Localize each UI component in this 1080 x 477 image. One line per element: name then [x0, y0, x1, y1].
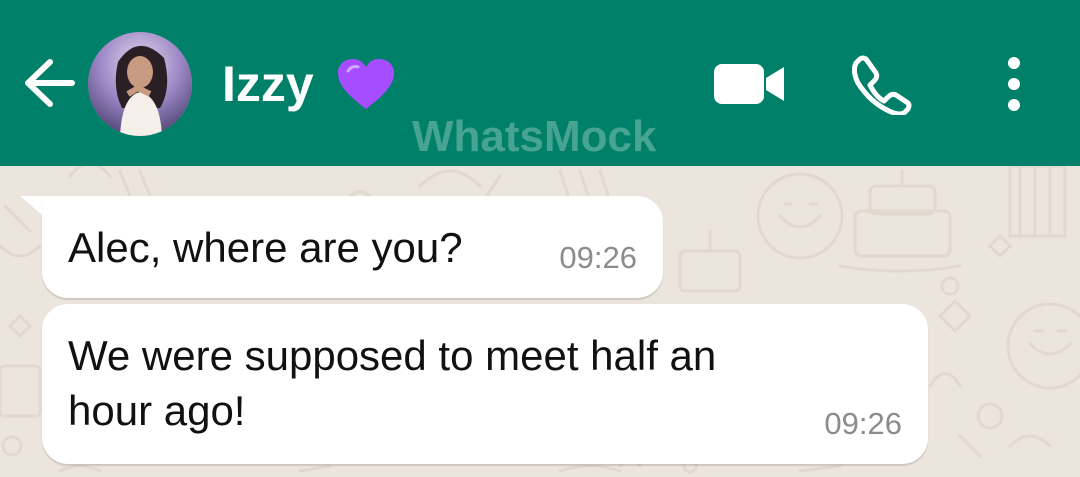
chat-screen: Izzy WhatsMock Alec, where are you? 09:2… — [0, 0, 1080, 477]
message-time: 09:26 — [559, 240, 637, 275]
message-bubble[interactable]: We were supposed to meet half an hour ag… — [42, 304, 928, 464]
message-text: Alec, where are you? — [68, 224, 463, 271]
message-time: 09:26 — [824, 406, 902, 441]
watermark: WhatsMock — [412, 112, 657, 161]
arrow-left-icon[interactable] — [22, 58, 78, 108]
message-text: We were supposed to meet half an hour ag… — [68, 328, 716, 438]
contact-name[interactable]: Izzy — [222, 54, 394, 114]
avatar[interactable] — [88, 32, 192, 136]
contact-photo — [88, 32, 192, 136]
video-camera-icon[interactable] — [714, 62, 786, 106]
chat-header: Izzy WhatsMock — [0, 0, 1080, 166]
purple-heart-icon — [337, 59, 394, 109]
phone-icon[interactable] — [852, 55, 912, 115]
more-vert-icon[interactable] — [1000, 56, 1028, 112]
contact-name-text: Izzy — [222, 56, 314, 112]
message-bubble[interactable]: Alec, where are you? 09:26 — [42, 196, 663, 298]
message-text-line: We were supposed to meet half an — [68, 332, 717, 379]
message-text-line: hour ago! — [68, 387, 246, 434]
